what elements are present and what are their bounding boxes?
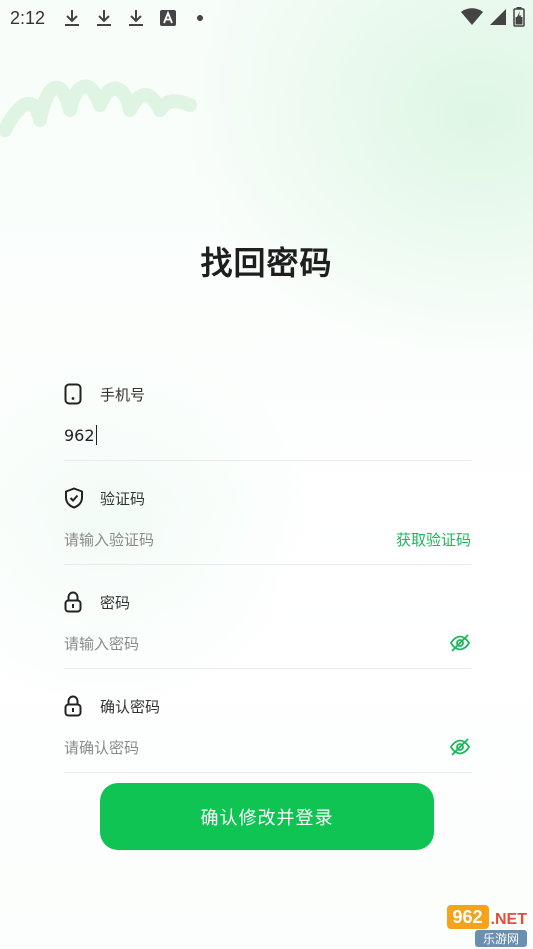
password-label: 密码 xyxy=(100,593,131,612)
download-icon xyxy=(127,8,145,28)
eye-off-icon[interactable] xyxy=(449,632,471,654)
password-field: 密码 请输入密码 xyxy=(64,590,471,669)
status-time: 2:12 xyxy=(10,7,46,28)
password-label-row: 密码 xyxy=(64,590,471,614)
code-placeholder: 请输入验证码 xyxy=(64,530,155,549)
code-label: 验证码 xyxy=(100,489,146,508)
confirm-and-login-button[interactable]: 确认修改并登录 xyxy=(100,783,434,850)
lock-icon xyxy=(64,695,84,717)
watermark-suffix: .NET xyxy=(490,911,527,928)
phone-field: 手机号 962 xyxy=(64,382,471,461)
field-divider xyxy=(64,668,471,669)
field-divider xyxy=(64,460,471,461)
confirm-password-input[interactable]: 请确认密码 xyxy=(64,732,471,762)
wifi-icon xyxy=(461,8,483,30)
decorative-scribble xyxy=(0,79,197,137)
page-title: 找回密码 xyxy=(200,244,333,282)
watermark-sub: 乐游网 xyxy=(474,930,527,947)
field-divider xyxy=(64,772,471,773)
confirm-label-row: 确认密码 xyxy=(64,694,471,718)
password-placeholder: 请输入密码 xyxy=(64,634,140,653)
download-icon xyxy=(63,8,81,28)
text-caret xyxy=(95,425,97,445)
status-bar: 2:12 xyxy=(0,0,533,36)
lock-icon xyxy=(64,591,84,613)
phone-value: 962 xyxy=(64,425,95,445)
get-code-button[interactable]: 获取验证码 xyxy=(396,529,471,550)
code-label-row: 验证码 xyxy=(64,486,471,510)
dot-icon xyxy=(191,8,209,28)
confirm-placeholder: 请确认密码 xyxy=(64,738,140,757)
cell-signal-icon xyxy=(489,8,507,30)
shield-check-icon xyxy=(64,487,84,509)
confirm-password-field: 确认密码 请确认密码 xyxy=(64,694,471,773)
phone-label: 手机号 xyxy=(100,385,146,404)
font-a-icon xyxy=(159,8,177,28)
download-icon xyxy=(95,8,113,28)
code-field: 验证码 请输入验证码 获取验证码 xyxy=(64,486,471,565)
status-right xyxy=(461,7,525,31)
confirm-label: 确认密码 xyxy=(100,697,161,716)
watermark-logo: 962 .NET 乐游网 xyxy=(395,905,527,947)
password-input[interactable]: 请输入密码 xyxy=(64,628,471,658)
phone-label-row: 手机号 xyxy=(64,382,471,406)
field-divider xyxy=(64,564,471,565)
code-input[interactable]: 请输入验证码 获取验证码 xyxy=(64,524,471,554)
watermark-number: 962 xyxy=(446,905,489,929)
battery-icon xyxy=(513,7,525,31)
eye-off-icon[interactable] xyxy=(449,736,471,758)
phone-icon xyxy=(64,383,84,405)
watermark-top: 962 .NET xyxy=(446,905,527,929)
phone-input[interactable]: 962 xyxy=(64,420,471,450)
